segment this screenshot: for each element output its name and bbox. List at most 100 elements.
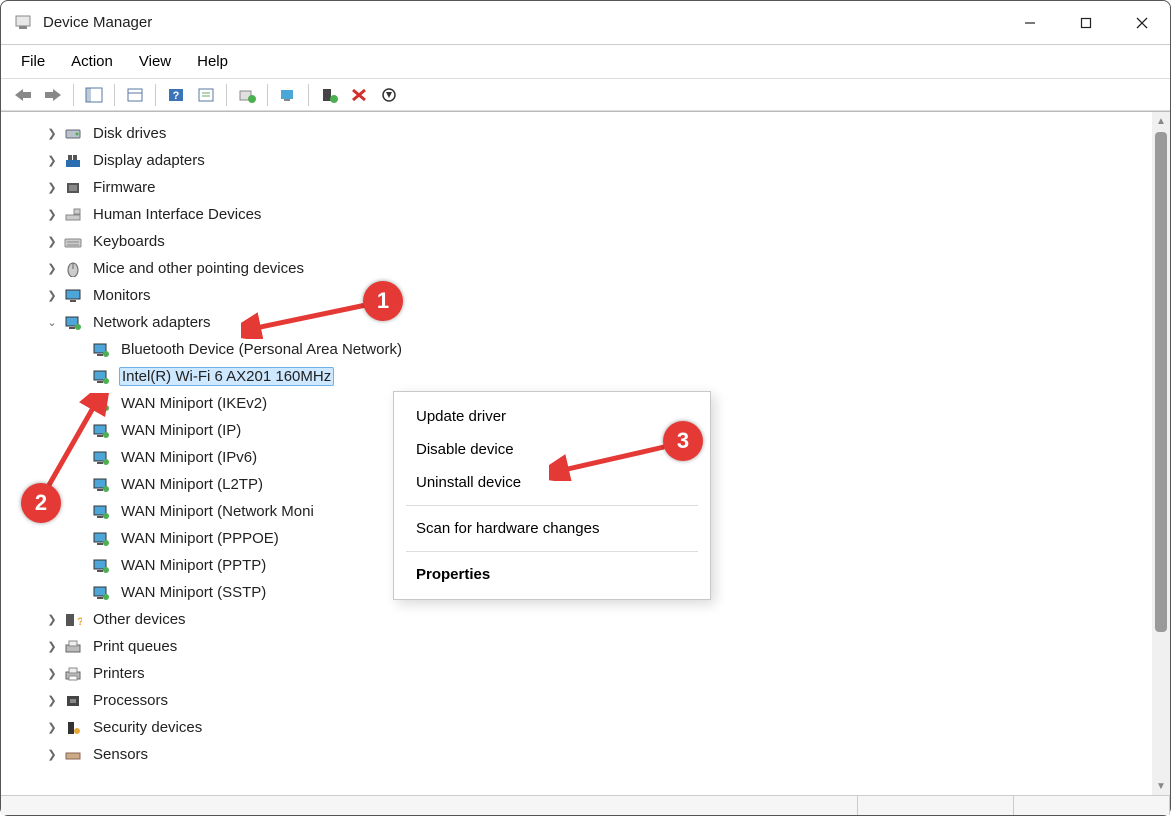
net-icon [91, 340, 111, 360]
uninstall-icon[interactable] [345, 82, 373, 108]
menu-help[interactable]: Help [189, 49, 236, 74]
expand-arrow-icon[interactable]: ❯ [45, 235, 59, 248]
vertical-scrollbar[interactable]: ▲ ▼ [1152, 112, 1170, 795]
forward-button[interactable] [39, 82, 67, 108]
tree-item[interactable]: ❯Monitors [21, 282, 1146, 309]
hid-icon [63, 205, 83, 225]
ctx-properties[interactable]: Properties [394, 558, 710, 591]
tree-item-label: Bluetooth Device (Personal Area Network) [119, 341, 404, 358]
expand-arrow-icon[interactable]: ❯ [45, 613, 59, 626]
properties-icon[interactable] [192, 82, 220, 108]
show-hide-console-tree-icon[interactable] [80, 82, 108, 108]
expand-arrow-icon[interactable]: ❯ [45, 667, 59, 680]
scan-hardware-icon[interactable] [274, 82, 302, 108]
chip-icon [63, 178, 83, 198]
scroll-thumb[interactable] [1155, 132, 1167, 632]
tree-item[interactable]: ❯Display adapters [21, 147, 1146, 174]
disk-icon [63, 124, 83, 144]
keyboard-icon [63, 232, 83, 252]
tree-item[interactable]: Bluetooth Device (Personal Area Network) [21, 336, 1146, 363]
window-title: Device Manager [43, 14, 152, 31]
ctx-scan-hardware[interactable]: Scan for hardware changes [394, 512, 710, 545]
tree-item-label: WAN Miniport (IKEv2) [119, 395, 269, 412]
sensor-icon [63, 745, 83, 765]
annotation-badge-3: 3 [663, 421, 703, 461]
tree-item-label: WAN Miniport (PPPOE) [119, 530, 281, 547]
tree-item[interactable]: ❯Disk drives [21, 120, 1146, 147]
ctx-update-driver[interactable]: Update driver [394, 400, 710, 433]
device-manager-window: Device Manager File Action View Help ? [0, 0, 1171, 816]
titlebar: Device Manager [1, 1, 1170, 45]
tree-item[interactable]: ❯Security devices [21, 714, 1146, 741]
tree-item-label: Processors [91, 692, 170, 709]
net-icon [91, 556, 111, 576]
close-button[interactable] [1114, 1, 1170, 45]
tree-item[interactable]: Intel(R) Wi-Fi 6 AX201 160MHz [21, 363, 1146, 390]
expand-arrow-icon[interactable]: ❯ [45, 181, 59, 194]
tree-item-label: WAN Miniport (L2TP) [119, 476, 265, 493]
tree-item[interactable]: ❯? Other devices [21, 606, 1146, 633]
tree-item[interactable]: ❯ Processors [21, 687, 1146, 714]
enable-device-icon[interactable] [315, 82, 343, 108]
expand-arrow-icon[interactable]: ❯ [45, 208, 59, 221]
menu-action[interactable]: Action [63, 49, 121, 74]
toolbar-icon-view[interactable] [121, 82, 149, 108]
security-icon [63, 718, 83, 738]
scroll-up-button[interactable]: ▲ [1152, 112, 1170, 130]
menu-view[interactable]: View [131, 49, 179, 74]
maximize-button[interactable] [1058, 1, 1114, 45]
tree-item-label: Keyboards [91, 233, 167, 250]
net-icon [91, 583, 111, 603]
printqueue-icon [63, 637, 83, 657]
net-icon [91, 367, 111, 387]
svg-text:?: ? [77, 616, 82, 628]
scroll-down-button[interactable]: ▼ [1152, 777, 1170, 795]
tree-item[interactable]: ❯ Firmware [21, 174, 1146, 201]
tree-item[interactable]: ❯ Keyboards [21, 228, 1146, 255]
annotation-badge-2: 2 [21, 483, 61, 523]
tree-item[interactable]: ❯ Mice and other pointing devices [21, 255, 1146, 282]
minimize-button[interactable] [1002, 1, 1058, 45]
menubar: File Action View Help [1, 45, 1170, 79]
expand-arrow-icon[interactable]: ❯ [45, 640, 59, 653]
net-icon [63, 313, 83, 333]
tree-item-label: WAN Miniport (PPTP) [119, 557, 268, 574]
cpu-icon [63, 691, 83, 711]
expand-arrow-icon[interactable]: ❯ [45, 721, 59, 734]
back-button[interactable] [9, 82, 37, 108]
expand-arrow-icon[interactable]: ❯ [45, 289, 59, 302]
tree-item[interactable]: ❯ Human Interface Devices [21, 201, 1146, 228]
tree-item-label: Intel(R) Wi-Fi 6 AX201 160MHz [119, 367, 334, 386]
tree-item-label: WAN Miniport (IPv6) [119, 449, 259, 466]
update-driver-icon[interactable] [233, 82, 261, 108]
annotation-arrow-1 [241, 299, 371, 339]
display-icon [63, 151, 83, 171]
tree-item[interactable]: ❯ Sensors [21, 741, 1146, 768]
expand-arrow-icon[interactable]: ❯ [45, 127, 59, 140]
monitor-icon [63, 286, 83, 306]
tree-item[interactable]: ⌄Network adapters [21, 309, 1146, 336]
annotation-badge-1: 1 [363, 281, 403, 321]
tree-item-label: WAN Miniport (Network Moni [119, 503, 316, 520]
expand-arrow-icon[interactable]: ❯ [45, 694, 59, 707]
tree-item-label: Firmware [91, 179, 158, 196]
menu-file[interactable]: File [13, 49, 53, 74]
tree-item[interactable]: ❯ Print queues [21, 633, 1146, 660]
app-icon [13, 13, 33, 33]
tree-item-label: Mice and other pointing devices [91, 260, 306, 277]
collapse-arrow-icon[interactable]: ⌄ [45, 316, 59, 329]
mouse-icon [63, 259, 83, 279]
tree-item-label: Human Interface Devices [91, 206, 263, 223]
tree-item-label: Sensors [91, 746, 150, 763]
disable-icon[interactable] [375, 82, 403, 108]
tree-item[interactable]: ❯Printers [21, 660, 1146, 687]
expand-arrow-icon[interactable]: ❯ [45, 748, 59, 761]
tree-item-label: Print queues [91, 638, 179, 655]
expand-arrow-icon[interactable]: ❯ [45, 262, 59, 275]
net-icon [91, 502, 111, 522]
help-icon[interactable]: ? [162, 82, 190, 108]
printer-icon [63, 664, 83, 684]
tree-item-label: WAN Miniport (IP) [119, 422, 243, 439]
expand-arrow-icon[interactable]: ❯ [45, 154, 59, 167]
tree-item-label: Other devices [91, 611, 188, 628]
